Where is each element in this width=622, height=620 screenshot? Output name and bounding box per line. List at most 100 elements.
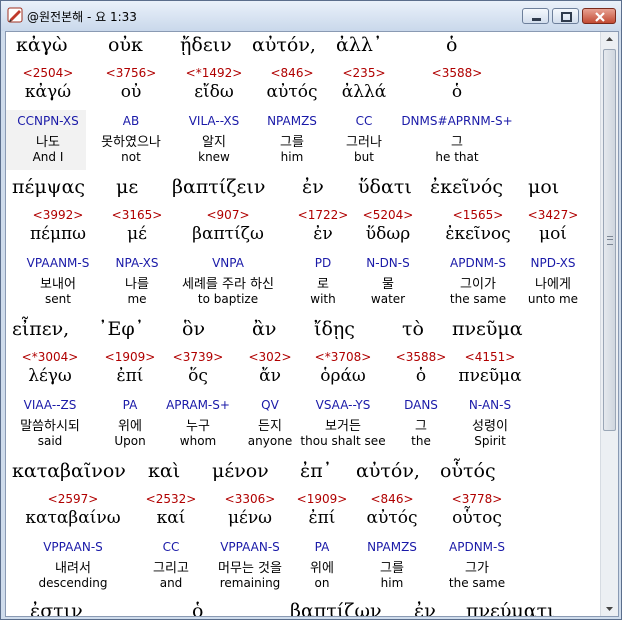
english-gloss: him bbox=[380, 576, 404, 590]
english-gloss: thou shalt see bbox=[300, 434, 386, 448]
english-gloss: the same bbox=[448, 576, 506, 590]
strong-number: <2532> bbox=[145, 492, 197, 506]
lemma-word: μοί bbox=[539, 224, 567, 244]
parsing-code: DNMS#APRNM-S+ bbox=[401, 114, 513, 128]
lemma-word: βαπτίζω bbox=[192, 224, 264, 244]
strong-number: <1909> bbox=[296, 492, 348, 506]
parsing-code: VPPAAN-S bbox=[220, 540, 280, 554]
korean-gloss: 그 bbox=[415, 419, 427, 434]
lemma-word: ὁ bbox=[415, 366, 427, 386]
korean-gloss: 물 bbox=[382, 277, 394, 292]
english-gloss: descending bbox=[38, 576, 108, 590]
parsing-code: VSAA--YS bbox=[315, 398, 371, 412]
greek-word: ἐν bbox=[414, 600, 436, 616]
greek-word: οὐκ bbox=[108, 34, 143, 56]
english-gloss: unto me bbox=[527, 292, 579, 306]
close-button[interactable] bbox=[582, 8, 616, 24]
english-gloss: on bbox=[314, 576, 330, 590]
scroll-up-icon[interactable] bbox=[602, 32, 617, 47]
greek-word: εἶπεν, bbox=[12, 318, 70, 340]
english-gloss: knew bbox=[198, 150, 230, 164]
korean-gloss: 보내어 bbox=[40, 277, 76, 292]
greek-word: βαπτίζειν bbox=[172, 176, 266, 198]
strong-number: <846> bbox=[270, 66, 314, 80]
parsing-code: PD bbox=[314, 256, 332, 270]
english-gloss: he that bbox=[435, 150, 479, 164]
minimize-button[interactable] bbox=[522, 8, 549, 24]
korean-gloss: 나에게 bbox=[535, 277, 571, 292]
english-gloss: me bbox=[127, 292, 147, 306]
strong-number: <1909> bbox=[104, 350, 156, 364]
english-gloss: not bbox=[121, 150, 141, 164]
lemma-word: ἐπί bbox=[308, 508, 336, 528]
korean-gloss: 그러나 bbox=[346, 135, 382, 150]
lemma-word: ὕδωρ bbox=[365, 224, 411, 244]
english-gloss: Spirit bbox=[474, 434, 506, 448]
vertical-scrollbar[interactable] bbox=[600, 32, 618, 616]
english-gloss: him bbox=[280, 150, 304, 164]
title-bar[interactable]: @원전본해 - 요 1:33 bbox=[1, 1, 621, 31]
lemma-word: πνεῦμα bbox=[458, 366, 522, 386]
lemma-word: ἀλλά bbox=[341, 82, 387, 102]
greek-word: πέμψας bbox=[12, 176, 86, 198]
greek-word: τὸ bbox=[402, 318, 424, 340]
greek-word: καταβαῖνον bbox=[12, 460, 126, 482]
greek-word: ἐν bbox=[302, 176, 324, 198]
parsing-code: NPA-XS bbox=[115, 256, 159, 270]
interlinear-view: κἀγὼ <2504> κἀγώ CCNPN-XS 나도 And I οὐκ <3756> οὐ… bbox=[5, 31, 619, 617]
korean-gloss: 보거든 bbox=[325, 419, 361, 434]
korean-gloss: 성령이 bbox=[472, 419, 508, 434]
greek-word: καὶ bbox=[148, 460, 181, 482]
greek-word: ἐκεῖνός bbox=[430, 176, 503, 198]
strong-number: <3588> bbox=[431, 66, 483, 80]
strong-number: <*3708> bbox=[314, 350, 372, 364]
korean-gloss: 머무는 것을 bbox=[218, 561, 282, 576]
parsing-code: APRAM-S+ bbox=[166, 398, 230, 412]
scrollbar-thumb[interactable] bbox=[603, 49, 616, 431]
parsing-code: QV bbox=[261, 398, 279, 412]
greek-word: ἴδῃς bbox=[314, 318, 355, 340]
english-gloss: the same bbox=[449, 292, 507, 306]
close-icon bbox=[595, 12, 605, 22]
parsing-code: VPAANM-S bbox=[26, 256, 90, 270]
maximize-button[interactable] bbox=[552, 8, 579, 24]
english-gloss: whom bbox=[179, 434, 217, 448]
english-gloss: sent bbox=[45, 292, 71, 306]
greek-word: ἀλλ᾽ bbox=[336, 34, 383, 56]
greek-word: πνεῦμα bbox=[452, 318, 523, 340]
lemma-word: ὅς bbox=[188, 366, 208, 386]
parsing-code: NPD-XS bbox=[530, 256, 576, 270]
korean-gloss: 그가 bbox=[465, 561, 489, 576]
english-gloss: remaining bbox=[219, 576, 281, 590]
parsing-code: APDNM-S bbox=[450, 256, 506, 270]
parsing-code: N-DN-S bbox=[366, 256, 410, 270]
strong-number: <3778> bbox=[451, 492, 503, 506]
greek-word: ὁ bbox=[192, 600, 204, 616]
greek-word: πνεύματι bbox=[466, 600, 555, 616]
parsing-code: VNPA bbox=[212, 256, 244, 270]
greek-word: ᾔδειν bbox=[180, 34, 232, 56]
parsing-code: APDNM-S bbox=[449, 540, 505, 554]
greek-word: οὗτός bbox=[440, 460, 496, 482]
scroll-down-icon[interactable] bbox=[602, 601, 617, 616]
lemma-word: οὐ bbox=[120, 82, 142, 102]
greek-word: ἐπ᾽ bbox=[300, 460, 333, 482]
korean-gloss: 나도 bbox=[36, 135, 60, 150]
lemma-word: ὁράω bbox=[320, 366, 366, 386]
lemma-word: οὗτος bbox=[452, 508, 502, 528]
korean-gloss: 그리고 bbox=[153, 561, 189, 576]
greek-word: κἀγὼ bbox=[16, 34, 68, 56]
lemma-word: ἐπί bbox=[116, 366, 144, 386]
korean-gloss: 그를 bbox=[380, 561, 404, 576]
greek-word: αὐτόν, bbox=[252, 34, 316, 56]
strong-number: <1565> bbox=[452, 208, 504, 222]
parsing-code: VILA--XS bbox=[188, 114, 240, 128]
korean-gloss: 위에 bbox=[118, 419, 142, 434]
strong-number: <302> bbox=[248, 350, 292, 364]
bible-app-icon bbox=[7, 7, 23, 23]
greek-word: βαπτίζων bbox=[290, 600, 382, 616]
parsing-code: CC bbox=[162, 540, 180, 554]
greek-word: ἐστιν bbox=[30, 600, 83, 616]
strong-number: <3992> bbox=[32, 208, 84, 222]
english-gloss: said bbox=[37, 434, 63, 448]
